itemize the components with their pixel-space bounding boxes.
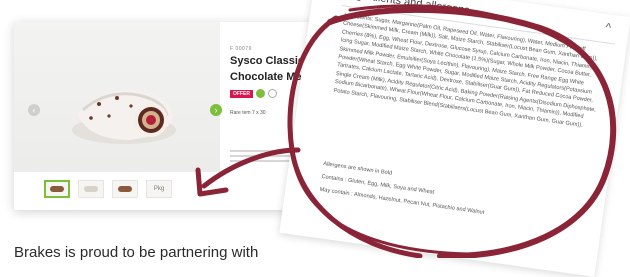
product-hero-image: ‹ ›	[14, 22, 222, 172]
body-caption: Brakes is proud to be partnering with	[14, 244, 259, 261]
thumbnail-strip: Pkg	[44, 180, 172, 198]
arrow-left-icon[interactable]: ‹	[28, 104, 40, 116]
chevron-up-icon[interactable]: ^	[604, 20, 612, 35]
info-icon	[267, 89, 277, 98]
offer-badge: OFFER	[230, 89, 253, 98]
ingredients-text: Ingredients: Sugar, Margarine(Palm Oil, …	[333, 12, 598, 129]
thumbnail-3[interactable]	[112, 180, 138, 198]
allergen-summary: Allergens are shown in Bold Contains : G…	[318, 160, 581, 235]
thumbnail-2[interactable]	[78, 180, 104, 198]
product-page-card: ‹ › Pkg F 00079 Sysco Classic Individ Ch…	[14, 22, 314, 210]
arrow-right-icon[interactable]: ›	[210, 104, 222, 116]
roulade-image	[72, 89, 176, 144]
vegetarian-icon	[255, 89, 265, 98]
product-sku: F 00079	[230, 46, 252, 52]
allergen-zoom-panel: Ingredients and allergens ^ Ingredients:…	[279, 0, 630, 277]
thumbnail-1[interactable]	[44, 180, 70, 198]
product-title-line-1: Sysco Classic Individ	[230, 55, 314, 67]
thumbnail-4-label: Pkg	[153, 186, 165, 192]
thumbnail-4[interactable]: Pkg	[146, 180, 172, 198]
